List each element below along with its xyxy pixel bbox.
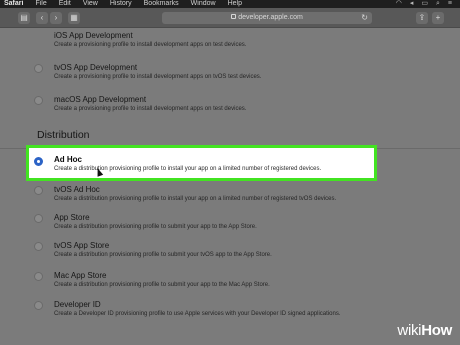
wifi-icon[interactable]: ◠ xyxy=(396,0,402,8)
radio-macos-app-development[interactable] xyxy=(34,96,43,105)
menu-edit[interactable]: Edit xyxy=(59,0,71,8)
forward-icon[interactable]: › xyxy=(50,12,62,24)
menu-history[interactable]: History xyxy=(110,0,132,8)
watermark-wiki: wiki xyxy=(397,322,422,339)
option-description: Create a distribution provisioning profi… xyxy=(54,282,270,288)
page-content: iOS App Development Create a provisionin… xyxy=(0,28,460,345)
option-description: Create a provisioning profile to install… xyxy=(54,42,247,48)
menu-file[interactable]: File xyxy=(35,0,46,8)
menu-window[interactable]: Window xyxy=(191,0,216,8)
option-title: App Store xyxy=(54,213,90,222)
menu-safari[interactable]: Safari xyxy=(4,0,23,8)
status-icons: ◠ ◂ ▭ ⌕ ≡ xyxy=(396,0,460,8)
reload-icon[interactable]: ↻ xyxy=(361,12,368,24)
notification-icon[interactable]: ≡ xyxy=(448,0,452,8)
volume-icon[interactable]: ◂ xyxy=(410,0,414,8)
option-description: Create a distribution provisioning profi… xyxy=(54,224,257,230)
distribution-heading: Distribution xyxy=(37,129,90,141)
option-title: tvOS Ad Hoc xyxy=(54,185,100,194)
option-title: iOS App Development xyxy=(54,31,133,40)
tab-overview-icon[interactable]: ▦ xyxy=(68,12,80,24)
menu-view[interactable]: View xyxy=(83,0,98,8)
option-description: Create a Developer ID provisioning profi… xyxy=(54,311,341,317)
browser-toolbar: ▤ ‹ › ▦ developer.apple.com ↻ ⇪ + xyxy=(0,8,460,28)
option-title: Developer ID xyxy=(54,300,101,309)
option-ad-hoc[interactable]: Ad Hoc Create a distribution provisionin… xyxy=(26,145,377,181)
option-title: Mac App Store xyxy=(54,271,107,280)
option-description: Create a provisioning profile to install… xyxy=(54,106,247,112)
radio-app-store[interactable] xyxy=(34,214,43,223)
option-title: Ad Hoc xyxy=(54,155,82,164)
url-text: developer.apple.com xyxy=(238,14,303,21)
option-title: tvOS App Development xyxy=(54,63,138,72)
option-description: Create a distribution provisioning profi… xyxy=(54,252,272,258)
radio-mac-app-store[interactable] xyxy=(34,272,43,281)
back-icon[interactable]: ‹ xyxy=(36,12,48,24)
menu-help[interactable]: Help xyxy=(228,0,242,8)
address-bar[interactable]: developer.apple.com ↻ xyxy=(162,12,372,24)
option-title: macOS App Development xyxy=(54,95,147,104)
radio-developer-id[interactable] xyxy=(34,301,43,310)
share-icon[interactable]: ⇪ xyxy=(416,12,428,24)
wikihow-watermark: wikiHow xyxy=(397,322,452,339)
new-tab-icon[interactable]: + xyxy=(432,12,444,24)
menu-bookmarks[interactable]: Bookmarks xyxy=(144,0,179,8)
option-description: Create a distribution provisioning profi… xyxy=(54,196,337,202)
option-description: Create a provisioning profile to install… xyxy=(54,74,262,80)
lock-icon xyxy=(231,14,237,19)
radio-ad-hoc[interactable] xyxy=(34,157,43,166)
watermark-how: How xyxy=(421,322,452,339)
sidebar-toggle-icon[interactable]: ▤ xyxy=(18,12,30,24)
battery-icon[interactable]: ▭ xyxy=(421,0,428,8)
radio-tvos-app-development[interactable] xyxy=(34,64,43,73)
menu-bar: Safari File Edit View History Bookmarks … xyxy=(0,0,460,8)
radio-tvos-ad-hoc[interactable] xyxy=(34,186,43,195)
spotlight-icon[interactable]: ⌕ xyxy=(436,0,440,8)
option-title: tvOS App Store xyxy=(54,241,110,250)
radio-tvos-app-store[interactable] xyxy=(34,242,43,251)
